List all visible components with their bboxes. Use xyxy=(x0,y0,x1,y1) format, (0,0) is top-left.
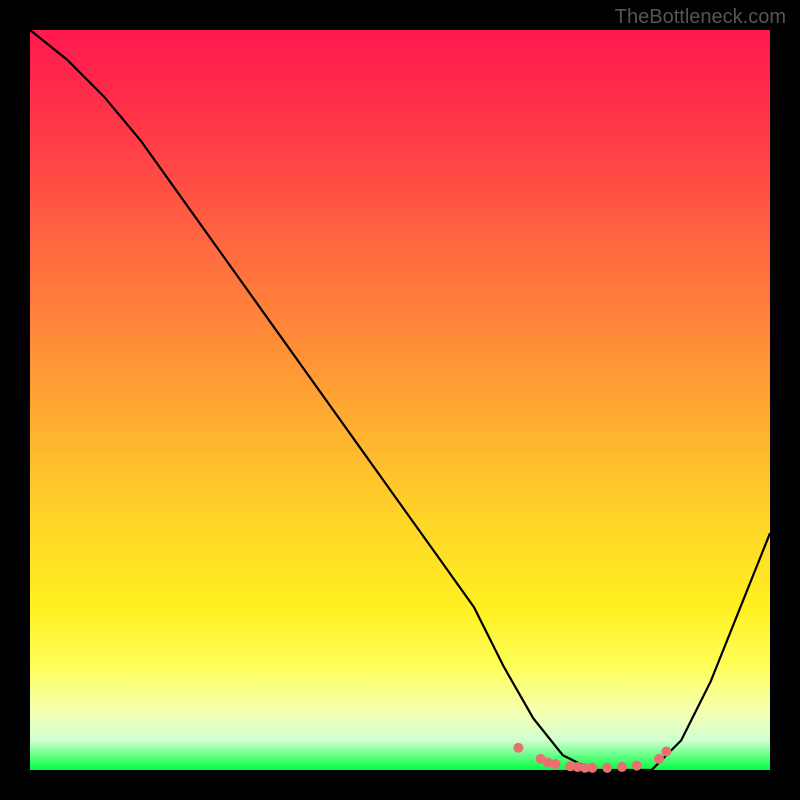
marker-point xyxy=(654,754,664,764)
highlight-markers xyxy=(513,743,671,773)
marker-point xyxy=(587,763,597,773)
chart-svg xyxy=(30,30,770,770)
plot-area xyxy=(30,30,770,770)
marker-point xyxy=(602,763,612,773)
bottleneck-curve xyxy=(30,30,770,770)
marker-point xyxy=(513,743,523,753)
marker-point xyxy=(632,761,642,771)
marker-point xyxy=(661,747,671,757)
watermark-text: TheBottleneck.com xyxy=(615,6,786,29)
marker-point xyxy=(617,762,627,772)
marker-point xyxy=(550,759,560,769)
